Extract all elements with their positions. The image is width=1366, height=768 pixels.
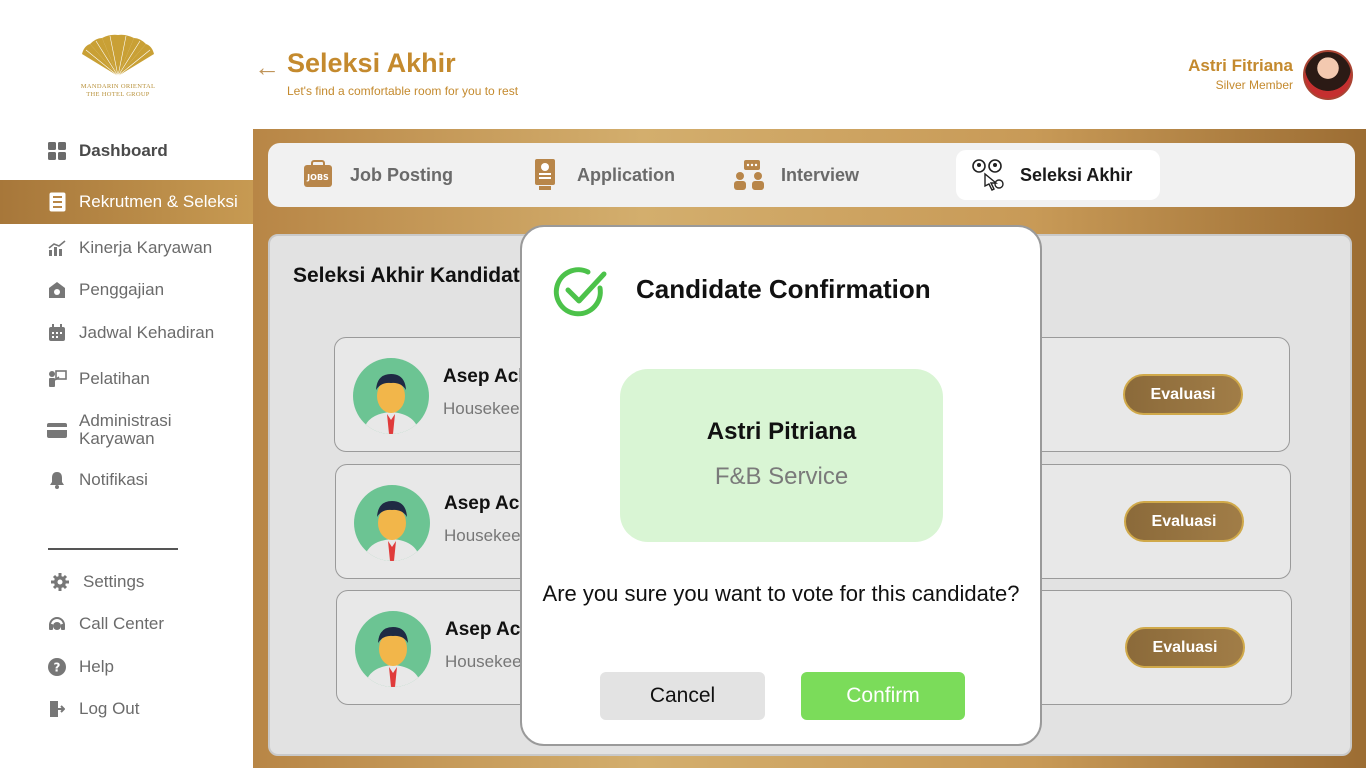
sidebar-item-settings[interactable]: Settings bbox=[0, 571, 253, 593]
sidebar-item-label: Dashboard bbox=[79, 141, 168, 160]
sidebar-item-rekrutmen[interactable]: Rekrutmen & Seleksi bbox=[0, 180, 253, 224]
fan-logo-icon bbox=[82, 34, 154, 77]
logo-text-line2: THE HOTEL GROUP bbox=[86, 91, 150, 98]
back-arrow-icon[interactable]: ← bbox=[254, 52, 280, 83]
modal-candidate-role: F&B Service bbox=[714, 463, 849, 490]
candidate-summary-box bbox=[620, 369, 943, 542]
sidebar-item-penggajian[interactable]: Penggajian bbox=[0, 279, 253, 301]
user-level: Silver Member bbox=[1215, 78, 1293, 92]
sidebar-item-label: Notifikasi bbox=[79, 470, 148, 489]
cancel-button[interactable]: Cancel bbox=[600, 672, 765, 720]
user-name: Astri Fitriana bbox=[1188, 56, 1293, 75]
confirm-button[interactable]: Confirm bbox=[801, 672, 965, 720]
calendar-icon bbox=[47, 323, 67, 343]
sidebar-item-notifikasi[interactable]: Notifikasi bbox=[0, 469, 253, 491]
bell-icon bbox=[47, 470, 67, 490]
svg-text:?: ? bbox=[54, 661, 61, 675]
sidebar-item-label: Jadwal Kehadiran bbox=[79, 323, 215, 342]
training-icon bbox=[47, 369, 67, 389]
content-title: Seleksi Akhir Kandidat bbox=[293, 264, 520, 287]
tab-job-posting[interactable]: JOBS Job Posting bbox=[300, 150, 453, 200]
modal-candidate-name: Astri Pitriana bbox=[706, 418, 857, 445]
tab-label: Job Posting bbox=[350, 164, 453, 185]
interview-icon bbox=[731, 157, 767, 193]
gear-icon bbox=[50, 572, 70, 592]
sidebar-item-label: Penggajian bbox=[79, 280, 165, 299]
help-icon: ? bbox=[47, 657, 67, 677]
jobs-icon: JOBS bbox=[300, 157, 336, 193]
app-root: MANDARIN ORIENTAL THE HOTEL GROUP Dashbo… bbox=[0, 0, 1366, 768]
tab-label: Interview bbox=[781, 164, 860, 185]
avatar[interactable] bbox=[1303, 50, 1353, 100]
sidebar-item-label: Pelatihan bbox=[79, 369, 150, 388]
candidate-avatar bbox=[354, 485, 430, 561]
modal-question: Are you sure you want to vote for this c… bbox=[542, 581, 1020, 606]
page-subtitle: Let's find a comfortable room for you to… bbox=[287, 84, 519, 98]
selection-icon bbox=[970, 157, 1006, 193]
sidebar-item-dashboard[interactable]: Dashboard bbox=[0, 140, 253, 162]
page-title: Seleksi Akhir bbox=[287, 48, 456, 78]
tab-label: Application bbox=[577, 164, 675, 185]
sidebar-item-label: Call Center bbox=[79, 614, 165, 633]
sidebar-item-administrasi[interactable]: Administrasi Karyawan bbox=[0, 412, 253, 448]
sidebar-item-label: Log Out bbox=[79, 699, 140, 718]
sidebar-item-label: Administrasi Karyawan bbox=[79, 411, 172, 448]
sidebar-item-help[interactable]: ? Help bbox=[0, 656, 253, 678]
tab-application[interactable]: Application bbox=[527, 150, 675, 200]
evaluasi-button[interactable]: Evaluasi bbox=[1123, 374, 1243, 415]
sidebar-item-pelatihan[interactable]: Pelatihan bbox=[0, 368, 253, 390]
sidebar-item-call-center[interactable]: Call Center bbox=[0, 613, 253, 635]
evaluasi-button[interactable]: Evaluasi bbox=[1124, 501, 1244, 542]
sidebar-item-jadwal[interactable]: Jadwal Kehadiran bbox=[0, 322, 253, 344]
candidate-avatar bbox=[355, 611, 431, 687]
check-circle-icon bbox=[552, 264, 608, 320]
payroll-icon bbox=[47, 280, 67, 300]
evaluasi-button[interactable]: Evaluasi bbox=[1125, 627, 1245, 668]
sidebar-divider bbox=[48, 548, 178, 550]
sidebar-item-label: Help bbox=[79, 657, 114, 676]
sidebar-item-label: Settings bbox=[83, 572, 145, 591]
tab-label: Seleksi Akhir bbox=[1020, 164, 1133, 185]
modal-title: Candidate Confirmation bbox=[636, 274, 931, 304]
candidate-avatar bbox=[353, 358, 429, 434]
sidebar-item-label: Kinerja Karyawan bbox=[79, 238, 213, 257]
sidebar-item-logout[interactable]: Log Out bbox=[0, 698, 253, 720]
document-list-icon bbox=[47, 192, 67, 212]
performance-chart-icon bbox=[47, 238, 67, 258]
brand-logo: MANDARIN ORIENTAL THE HOTEL GROUP bbox=[78, 34, 158, 98]
sidebar-item-kinerja[interactable]: Kinerja Karyawan bbox=[0, 237, 253, 259]
application-icon bbox=[527, 157, 563, 193]
sidebar: MANDARIN ORIENTAL THE HOTEL GROUP Dashbo… bbox=[0, 0, 253, 768]
tab-seleksi-akhir[interactable]: Seleksi Akhir bbox=[956, 150, 1161, 200]
logout-icon bbox=[47, 699, 67, 719]
logo-text-line1: MANDARIN ORIENTAL bbox=[80, 83, 156, 90]
sidebar-item-label: Rekrutmen & Seleksi bbox=[79, 192, 238, 211]
card-icon bbox=[47, 420, 67, 440]
dashboard-icon bbox=[47, 141, 67, 161]
svg-text:JOBS: JOBS bbox=[306, 173, 329, 182]
headset-icon bbox=[47, 614, 67, 634]
tab-interview[interactable]: Interview bbox=[731, 150, 859, 200]
